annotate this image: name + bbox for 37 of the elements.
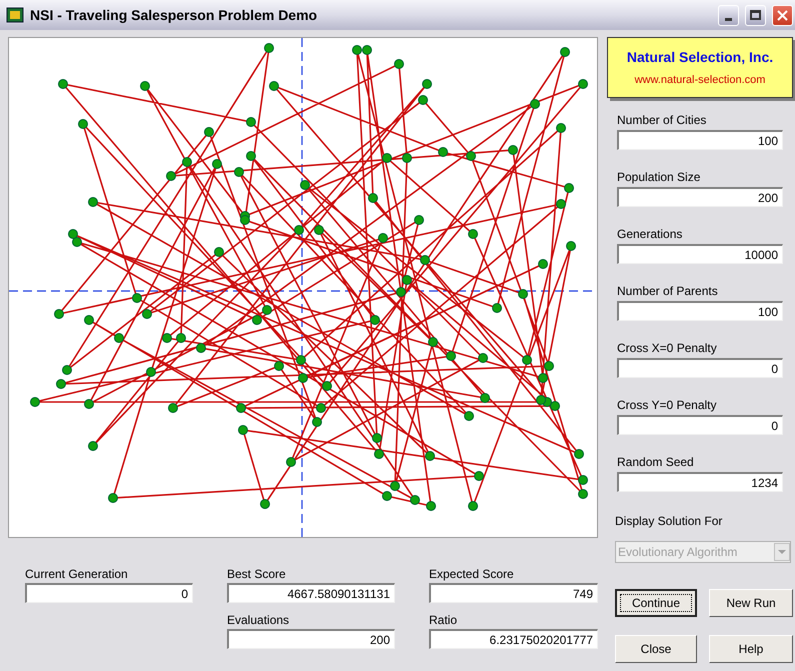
field-label: Population Size [617, 170, 702, 185]
result-field[interactable]: 0 [25, 583, 193, 603]
result-field[interactable]: 200 [227, 629, 395, 649]
field-label: Number of Parents [617, 284, 719, 299]
result-field[interactable]: 749 [429, 583, 598, 603]
input-field[interactable]: 0 [617, 415, 783, 435]
close-icon [777, 10, 788, 20]
field-label: Number of Cities [617, 113, 708, 128]
result-field[interactable]: 4667.58090131131 [227, 583, 395, 603]
minimize-button[interactable] [718, 4, 739, 26]
company-url: www.natural-selection.com [634, 72, 766, 88]
field-label: Random Seed [617, 455, 695, 470]
field-label: Ratio [429, 613, 458, 628]
app-icon [6, 7, 24, 23]
field-label: Evaluations [227, 613, 290, 628]
input-field[interactable]: 100 [617, 301, 783, 321]
push-button[interactable]: New Run [709, 589, 793, 617]
field-label: Cross Y=0 Penalty [617, 398, 718, 413]
field-label: Display Solution For [615, 514, 724, 529]
push-button[interactable]: Close [615, 635, 697, 663]
input-field[interactable]: 200 [617, 187, 783, 207]
input-field[interactable]: 100 [617, 130, 783, 150]
result-field[interactable]: 6.23175020201777 [429, 629, 598, 649]
maximize-button[interactable] [745, 4, 766, 26]
push-button[interactable]: Help [709, 635, 793, 663]
window-title: NSI - Traveling Salesperson Problem Demo [30, 6, 318, 25]
field-label: Best Score [227, 567, 287, 582]
input-field[interactable]: 10000 [617, 244, 783, 264]
field-label: Expected Score [429, 567, 515, 582]
close-button[interactable] [772, 4, 793, 26]
field-label: Cross X=0 Penalty [617, 341, 718, 356]
input-field[interactable]: 1234 [617, 472, 783, 492]
push-button[interactable]: Continue [615, 589, 697, 617]
input-field[interactable]: 0 [617, 358, 783, 378]
field-label: Current Generation [25, 567, 129, 582]
company-name: Natural Selection, Inc. [626, 48, 774, 67]
field-label: Generations [617, 227, 684, 242]
